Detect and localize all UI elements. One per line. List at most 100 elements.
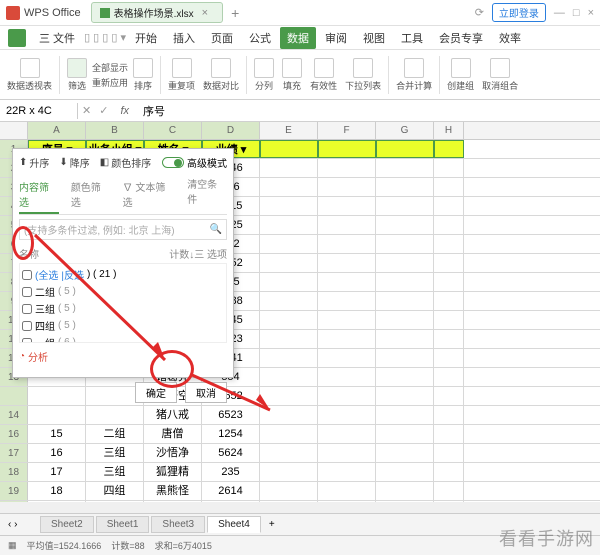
menu-member[interactable]: 会员专享 xyxy=(432,27,490,49)
ribbon-group[interactable]: 创建组 xyxy=(444,58,477,92)
cancel-button[interactable]: 取消 xyxy=(185,382,227,403)
maximize-button[interactable]: □ xyxy=(573,7,580,19)
menu-data[interactable]: 数据 xyxy=(280,27,316,49)
filter-tab-color[interactable]: 颜色筛选 xyxy=(71,176,111,214)
cell[interactable]: 19 xyxy=(28,501,86,502)
add-sheet-button[interactable]: + xyxy=(263,519,281,530)
cancel-formula-icon[interactable]: ✕ xyxy=(78,104,95,117)
sync-icon[interactable]: ⟳ xyxy=(475,6,484,19)
menu-formula[interactable]: 公式 xyxy=(242,27,278,49)
col-A[interactable]: A xyxy=(28,122,86,139)
col-F[interactable]: F xyxy=(318,122,376,139)
cell[interactable]: 猪八戒 xyxy=(144,406,202,424)
col-C[interactable]: C xyxy=(144,122,202,139)
sheet-tab[interactable]: Sheet1 xyxy=(96,516,150,533)
row-header[interactable]: 14 xyxy=(0,406,28,424)
col-H[interactable]: H xyxy=(434,122,464,139)
cell[interactable]: 2614 xyxy=(202,482,260,500)
row-header[interactable]: 19 xyxy=(0,482,28,500)
ribbon-consolidate[interactable]: 合并计算 xyxy=(393,58,435,92)
menu-view[interactable]: 视图 xyxy=(356,27,392,49)
ribbon-filter-extra[interactable]: 全部显示重新应用 xyxy=(92,61,128,89)
advanced-mode-toggle[interactable]: 高级模式 xyxy=(162,155,227,170)
ribbon-dropdown[interactable]: 下拉列表 xyxy=(342,58,384,92)
file-menu[interactable]: 三 文件 xyxy=(32,27,82,49)
cell[interactable]: 黑熊怪 xyxy=(144,482,202,500)
sheet-tab[interactable]: Sheet3 xyxy=(151,516,205,533)
col-E[interactable]: E xyxy=(260,122,318,139)
filter-tab-content[interactable]: 内容筛选 xyxy=(19,176,59,214)
cell[interactable]: 6523 xyxy=(202,406,260,424)
filter-options[interactable]: 三 选项 xyxy=(194,246,227,261)
cell[interactable]: 唐僧 xyxy=(144,425,202,443)
ribbon-duplicates[interactable]: 重复项 xyxy=(165,58,198,92)
ribbon-ungroup[interactable]: 取消组合 xyxy=(479,58,521,92)
color-sort-button[interactable]: ◧颜色排序 xyxy=(100,155,151,170)
sheet-nav-prev[interactable]: ‹ › xyxy=(8,519,17,530)
cell[interactable]: 沙悟净 xyxy=(144,444,202,462)
minimize-button[interactable]: — xyxy=(554,7,565,19)
cell[interactable]: 四组 xyxy=(86,501,144,502)
fx-icon[interactable]: fx xyxy=(112,105,137,117)
ribbon-filter[interactable]: 筛选 xyxy=(64,58,90,92)
menu-page[interactable]: 页面 xyxy=(204,27,240,49)
row-header[interactable]: 18 xyxy=(0,463,28,481)
ribbon-compare[interactable]: 数据对比 xyxy=(200,58,242,92)
cell[interactable]: 18 xyxy=(28,482,86,500)
cell[interactable]: 大鹏 xyxy=(144,501,202,502)
menu-tools[interactable]: 工具 xyxy=(394,27,430,49)
row-header[interactable]: 20 xyxy=(0,501,28,502)
filter-checkbox[interactable] xyxy=(22,287,32,297)
filter-checkbox[interactable] xyxy=(22,321,32,331)
menu-icons[interactable]: ▯ ▯ ▯ ▯ ▾ xyxy=(84,31,126,44)
cell[interactable]: 三组 xyxy=(86,463,144,481)
cell[interactable] xyxy=(28,406,86,424)
filter-checkbox[interactable] xyxy=(22,304,32,314)
file-menu-icon[interactable] xyxy=(8,29,26,47)
filter-item[interactable]: 四组 ( 5 ) xyxy=(22,317,224,334)
cell[interactable]: 三组 xyxy=(86,444,144,462)
analyze-button[interactable]: ◔ 分析 xyxy=(19,349,227,364)
select-all-corner[interactable] xyxy=(0,122,28,139)
ok-button[interactable]: 确定 xyxy=(135,382,177,403)
cell[interactable]: 1254 xyxy=(202,425,260,443)
cell[interactable]: 235 xyxy=(202,463,260,481)
filter-item[interactable]: 一组 ( 6 ) xyxy=(22,334,224,343)
accept-formula-icon[interactable]: ✓ xyxy=(95,104,112,117)
filter-item[interactable]: 二组 ( 5 ) xyxy=(22,283,224,300)
clear-filter-button[interactable]: 清空条件 xyxy=(187,176,227,214)
tab-close-icon[interactable]: × xyxy=(202,7,208,19)
cell[interactable]: 四组 xyxy=(86,482,144,500)
filter-search-input[interactable]: (支持多条件过滤, 例如: 北京 上海) 🔍 xyxy=(19,219,227,240)
col-D[interactable]: D xyxy=(202,122,260,139)
select-all-row[interactable]: (全选|反选) ( 21 ) xyxy=(22,266,224,283)
col-B[interactable]: B xyxy=(86,122,144,139)
new-tab-button[interactable]: + xyxy=(231,5,239,21)
ribbon-pivot[interactable]: 数据透视表 xyxy=(4,58,55,92)
cell[interactable]: 二组 xyxy=(86,425,144,443)
row-header[interactable]: 16 xyxy=(0,425,28,443)
cell[interactable]: 狐狸精 xyxy=(144,463,202,481)
cell[interactable]: 16 xyxy=(28,444,86,462)
menu-insert[interactable]: 插入 xyxy=(166,27,202,49)
ribbon-validate[interactable]: 有效性 xyxy=(307,58,340,92)
document-tab[interactable]: 表格操作场景.xlsx × xyxy=(91,2,223,23)
row-header[interactable]: 17 xyxy=(0,444,28,462)
filter-tab-text[interactable]: ∇ 文本筛选 xyxy=(123,176,176,214)
name-box[interactable]: 22R x 4C xyxy=(0,103,78,119)
menu-efficiency[interactable]: 效率 xyxy=(492,27,528,49)
select-all-checkbox[interactable] xyxy=(22,270,32,280)
close-button[interactable]: × xyxy=(588,7,594,19)
cell[interactable]: 254 xyxy=(202,501,260,502)
col-G[interactable]: G xyxy=(376,122,434,139)
sheet-tab[interactable]: Sheet4 xyxy=(207,516,261,533)
menu-start[interactable]: 开始 xyxy=(128,27,164,49)
menu-review[interactable]: 审阅 xyxy=(318,27,354,49)
filter-item[interactable]: 三组 ( 5 ) xyxy=(22,300,224,317)
cell[interactable]: 5624 xyxy=(202,444,260,462)
cell[interactable]: 17 xyxy=(28,463,86,481)
ribbon-fill[interactable]: 填充 xyxy=(279,58,305,92)
sort-desc-button[interactable]: ⬇降序 xyxy=(59,155,89,170)
ribbon-sort[interactable]: 排序 xyxy=(130,58,156,92)
filter-count-col[interactable]: 计数↓ xyxy=(169,246,194,261)
